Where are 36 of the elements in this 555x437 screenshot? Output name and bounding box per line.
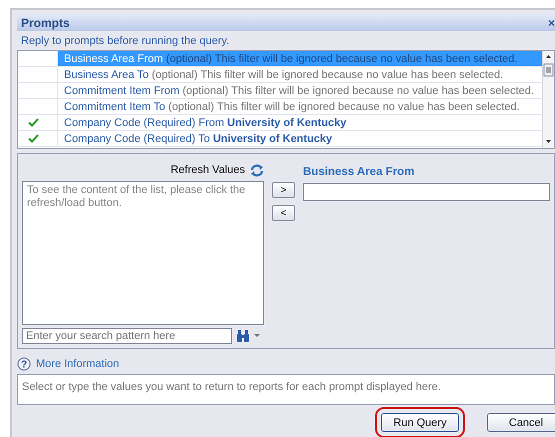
prompt-label: Business Area From [64, 52, 164, 64]
binoculars-icon[interactable] [236, 330, 250, 342]
prompt-row[interactable]: Commitment Item To (optional) This filter will be ignored because no value has been selected. [58, 99, 542, 114]
prompt-label: Business Area To [64, 68, 149, 80]
selected-values-field[interactable] [303, 183, 550, 201]
prompt-note: (optional) This filter will be ignored because no value has been selected. [152, 68, 504, 80]
dialog-button[interactable]: Cancel [487, 413, 555, 432]
remove-button[interactable]: < [272, 205, 295, 221]
dialog-title: Prompts [21, 16, 70, 30]
prompt-note: (optional) This filter will be ignored because no value has been selected. [182, 84, 534, 96]
more-information-link[interactable]: More Information [36, 358, 120, 370]
values-list[interactable]: To see the content of the list, please click the refresh/load button. [22, 181, 264, 325]
information-text: Select or type the values you want to return to reports for each prompt displayed here. [17, 374, 555, 405]
search-field[interactable]: Enter your search pattern here [22, 328, 232, 344]
help-icon[interactable]: ? [17, 357, 31, 371]
prompt-row[interactable]: Company Code (Required) To University of Kentucky [58, 131, 542, 146]
selected-values-title: Business Area From [303, 165, 416, 178]
list-message: To see the content of the list, please click the refresh/load button. [27, 184, 246, 209]
prompt-value: University of Kentucky [227, 116, 346, 128]
caret-icon[interactable] [254, 334, 260, 338]
add-button[interactable]: > [272, 182, 295, 198]
refresh-icon[interactable] [250, 164, 264, 176]
refresh-label: Refresh Values [170, 164, 245, 176]
close-button[interactable]: × [548, 16, 555, 30]
prompt-label: Commitment Item From [64, 84, 180, 96]
prompt-label: Company Code (Required) To [64, 132, 210, 144]
prompt-row[interactable]: Commitment Item From (optional) This filter will be ignored because no value has been selected. [58, 83, 542, 98]
prompt-label: Company Code (Required) From [64, 116, 224, 128]
prompt-note: (optional) This filter will be ignored because no value has been selected. [168, 100, 520, 112]
prompt-row[interactable]: Company Code (Required) From University of Kentucky [58, 115, 542, 130]
prompt-value: University of Kentucky [212, 132, 332, 144]
prompt-label: Commitment Item To [64, 100, 166, 112]
prompt-note: (optional) This filter will be ignored because no value has been selected. [166, 52, 518, 64]
scrollbar-drawing[interactable] [542, 51, 554, 148]
prompt-row[interactable]: Business Area To (optional) This filter will be ignored because no value has been selected. [58, 67, 542, 82]
instruction-text: Reply to prompts before running the query. [20, 34, 230, 49]
